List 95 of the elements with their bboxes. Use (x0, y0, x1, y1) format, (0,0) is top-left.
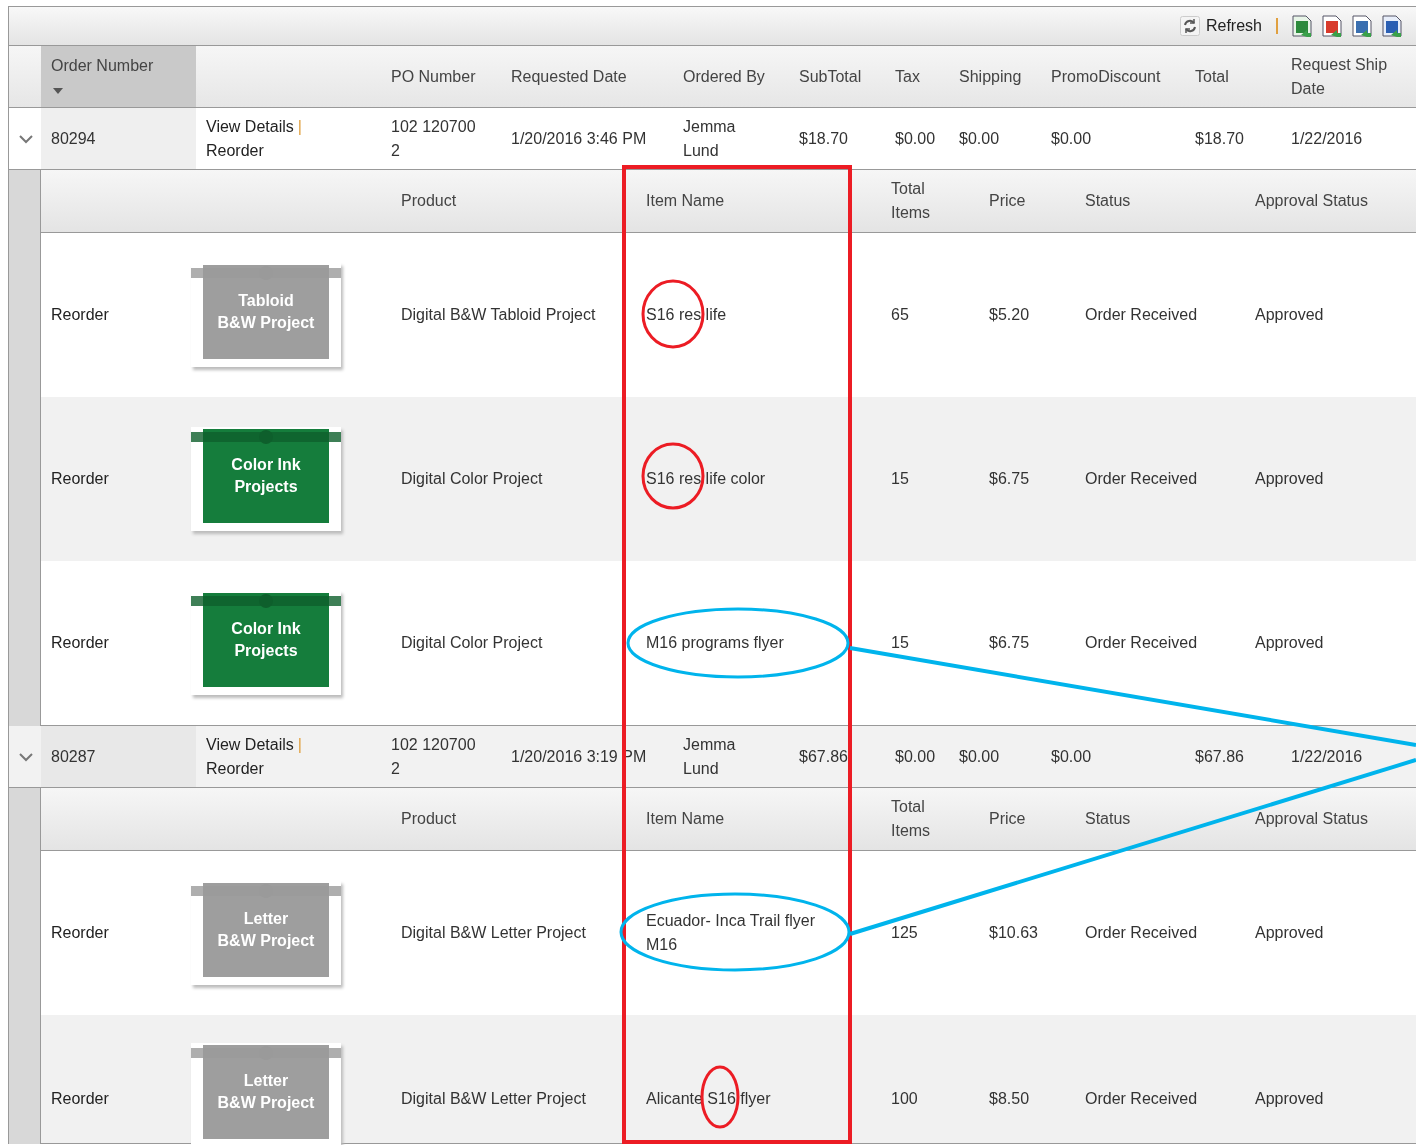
reorder-link[interactable]: Reorder (51, 467, 109, 491)
column-header[interactable]: Price (989, 807, 1026, 831)
pdf-export-icon[interactable] (1322, 15, 1342, 37)
column-header[interactable]: Status (1085, 807, 1131, 831)
table-cell-text: 102 120700 2 (391, 734, 476, 779)
table-cell-text: $0.00 (895, 128, 936, 149)
column-header[interactable]: Price (989, 189, 1026, 213)
table-cell-text: Approved (1255, 305, 1324, 325)
table-cell-text: $0.00 (1051, 746, 1092, 767)
table-cell-text: $0.00 (1051, 128, 1092, 149)
table-cell-text: 100 (891, 1089, 918, 1109)
column-header[interactable]: PromoDiscount (1051, 64, 1161, 89)
table-cell-text: Order Received (1085, 305, 1198, 325)
product-thumbnail: Letter B&W Project (191, 1043, 341, 1145)
column-header[interactable]: Request Ship Date (1291, 52, 1388, 101)
column-header[interactable]: Total Items (891, 795, 931, 843)
table-cell-text: 1/20/2016 3:46 PM (511, 128, 647, 149)
reorder-link[interactable]: Reorder (51, 303, 109, 327)
table-cell-text: Approved (1255, 1089, 1324, 1109)
table-cell-text: Digital B&W Letter Project (401, 923, 586, 943)
view-details-link[interactable]: View Details (206, 735, 294, 753)
table-cell-text: $5.20 (989, 305, 1030, 325)
column-header[interactable]: Approval Status (1255, 807, 1368, 831)
column-header[interactable]: Total Items (891, 177, 931, 225)
table-cell-text: Digital Color Project (401, 469, 543, 489)
column-header[interactable]: Item Name (646, 189, 725, 213)
csv-export-icon[interactable] (1352, 15, 1372, 37)
table-cell-text: Order Received (1085, 633, 1198, 653)
table-cell-text: $67.86 (1195, 746, 1244, 767)
reorder-link[interactable]: Reorder (206, 138, 381, 163)
column-header[interactable]: Ordered By (683, 64, 765, 89)
table-cell-text: Approved (1255, 469, 1324, 489)
table-cell-text: Digital B&W Letter Project (401, 1089, 586, 1109)
table-cell-text: Jemma Lund (683, 734, 736, 779)
table-cell-text: Order Received (1085, 1089, 1198, 1109)
table-cell-text: 1/22/2016 (1291, 128, 1363, 149)
product-thumbnail: Color Ink Projects (191, 591, 341, 695)
column-header[interactable]: Product (401, 189, 457, 213)
view-details-link[interactable]: View Details (206, 117, 294, 135)
table-cell-text: Ecuador- Inca Trail flyer M16 (646, 911, 815, 955)
column-header[interactable]: Tax (895, 64, 920, 89)
order-number: 80287 (51, 746, 96, 767)
table-cell-text: 1/22/2016 (1291, 746, 1363, 767)
link-separator: | (297, 117, 302, 135)
table-cell-text: 102 120700 2 (391, 116, 476, 161)
table-cell-text: Order Received (1085, 923, 1198, 943)
table-cell-text: S16 res life (646, 305, 727, 325)
table-cell-text: S16 res life color (646, 469, 766, 489)
reorder-link[interactable]: Reorder (51, 1087, 109, 1111)
table-cell-text: $18.70 (799, 128, 848, 149)
product-thumbnail: Letter B&W Project (191, 881, 341, 985)
product-thumbnail: Color Ink Projects (191, 427, 341, 531)
table-cell-text: Order Received (1085, 469, 1198, 489)
table-cell-text: $0.00 (895, 746, 936, 767)
link-separator: | (297, 735, 302, 753)
table-cell-text: 15 (891, 469, 909, 489)
column-header[interactable]: Product (401, 807, 457, 831)
table-cell-text: $6.75 (989, 469, 1030, 489)
column-header[interactable]: Total (1195, 64, 1229, 89)
table-cell-text: Alicante S16 flyer (646, 1089, 771, 1109)
column-header[interactable]: Requested Date (511, 64, 627, 89)
reorder-link[interactable]: Reorder (51, 631, 109, 655)
column-header[interactable]: Shipping (959, 64, 1022, 89)
column-header[interactable]: Item Name (646, 807, 725, 831)
table-cell-text: Approved (1255, 923, 1324, 943)
table-cell-text: $0.00 (959, 746, 1000, 767)
chevron-down-icon[interactable] (19, 133, 33, 144)
table-cell-text: $6.75 (989, 633, 1030, 653)
refresh-icon (1179, 16, 1200, 36)
table-cell-text: $10.63 (989, 923, 1038, 943)
sort-descending-icon[interactable] (53, 88, 63, 94)
table-cell-text: $18.70 (1195, 128, 1244, 149)
table-cell-text: Jemma Lund (683, 116, 736, 161)
reorder-link[interactable]: Reorder (206, 756, 381, 781)
table-cell-text: Approved (1255, 633, 1324, 653)
refresh-button[interactable]: Refresh (1179, 16, 1262, 36)
column-header[interactable]: SubTotal (799, 64, 862, 89)
order-number: 80294 (51, 128, 96, 149)
table-cell-text: $67.86 (799, 746, 848, 767)
column-header[interactable]: Status (1085, 189, 1131, 213)
chevron-down-icon[interactable] (19, 751, 33, 762)
table-cell-text: Digital Color Project (401, 633, 543, 653)
excel-export-icon[interactable] (1292, 15, 1312, 37)
table-cell-text: 15 (891, 633, 909, 653)
word-export-icon[interactable] (1382, 15, 1402, 37)
table-cell-text: $0.00 (959, 128, 1000, 149)
table-cell-text: 125 (891, 923, 918, 943)
table-cell-text: $8.50 (989, 1089, 1030, 1109)
product-thumbnail: Tabloid B&W Project (191, 263, 341, 367)
column-header[interactable]: Approval Status (1255, 189, 1368, 213)
table-cell-text: Digital B&W Tabloid Project (401, 305, 596, 325)
table-cell-text: 65 (891, 305, 909, 325)
table-cell-text: M16 programs flyer (646, 633, 784, 653)
column-header[interactable]: PO Number (391, 64, 476, 89)
reorder-link[interactable]: Reorder (51, 921, 109, 945)
